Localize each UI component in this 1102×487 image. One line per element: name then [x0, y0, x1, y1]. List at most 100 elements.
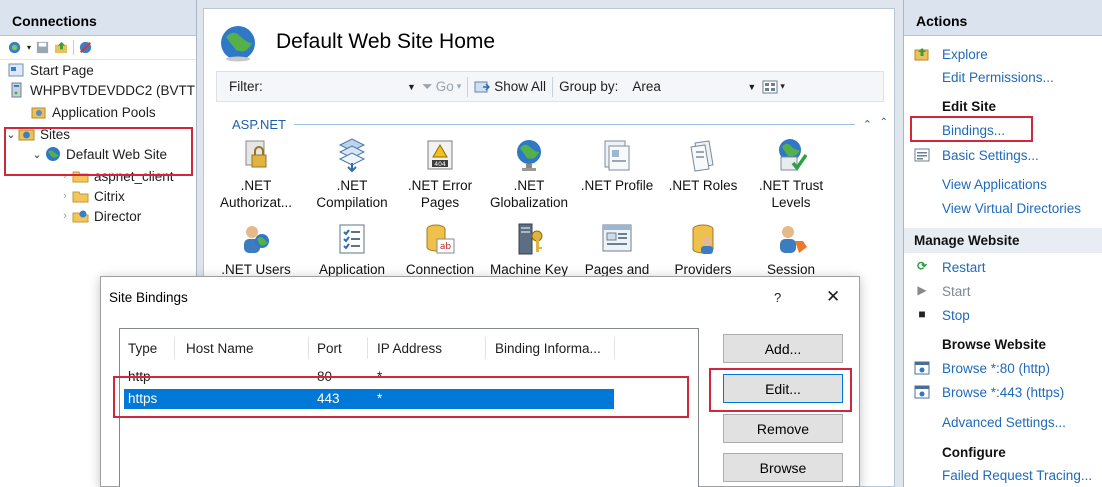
edit-button[interactable]: Edit... [723, 374, 843, 403]
feature-net-globalization[interactable]: .NET Globalization [489, 137, 569, 211]
chevron-down-icon: ▼ [747, 81, 757, 92]
tree-item-label: WHPBVTDEVDDC2 (BVTT [30, 82, 196, 98]
app-settings-icon [339, 224, 365, 254]
restart-label: Restart [942, 259, 986, 275]
tree-item-server[interactable]: WHPBVTDEVDDC2 (BVTT [8, 80, 195, 100]
filter-label: Filter: [229, 79, 263, 94]
column-header-host-name[interactable]: Host Name [186, 341, 254, 356]
edit-permissions-link[interactable]: Edit Permissions... [904, 66, 1102, 88]
column-header-type[interactable]: Type [128, 341, 157, 356]
filter-dropdown-icon[interactable]: ▼ [407, 82, 416, 92]
view-mode-button[interactable]: ▾ [762, 80, 785, 94]
filter-input[interactable] [267, 76, 407, 98]
tree-item-label: Start Page [30, 62, 94, 78]
bindings-link[interactable]: Bindings... [904, 119, 1102, 141]
site-bindings-dialog: Site Bindings ? ✕ Type Host Name Port IP… [100, 276, 860, 487]
error-404-icon: 404 [427, 140, 453, 170]
binding-port[interactable]: 443 [317, 391, 340, 406]
browse-website-group: Browse Website [904, 333, 1102, 355]
chevron-down-icon[interactable]: ⌄ [30, 148, 44, 161]
chevron-down-icon[interactable]: ⌄ [4, 128, 18, 141]
tree-item-app-pools[interactable]: Application Pools [30, 102, 156, 122]
browse-443-link[interactable]: Browse *:443 (https) [904, 381, 1102, 403]
binding-ip[interactable]: * [377, 391, 382, 406]
tree-item-director[interactable]: › Director [58, 206, 141, 226]
binding-type[interactable]: http [128, 369, 151, 384]
feature-net-profile[interactable]: .NET Profile [577, 137, 657, 194]
basic-settings-link[interactable]: Basic Settings... [904, 144, 1102, 166]
tree-item-default-web-site[interactable]: ⌄ Default Web Site [30, 144, 167, 164]
add-button[interactable]: Add... [723, 334, 843, 363]
chevron-right-icon[interactable]: › [58, 190, 72, 202]
tree-item-sites[interactable]: ⌄ Sites [4, 124, 70, 144]
feature-connection-strings[interactable]: ab Connection [400, 221, 480, 278]
collapse-icon[interactable]: ⌃ [863, 118, 872, 131]
remove-button[interactable]: Remove [723, 414, 843, 443]
advanced-settings-link[interactable]: Advanced Settings... [904, 411, 1102, 433]
bindings-list[interactable]: Type Host Name Port IP Address Binding I… [119, 328, 699, 487]
column-header-binding-info[interactable]: Binding Informa... [495, 341, 601, 356]
manage-website-header[interactable]: Manage Website [904, 228, 1102, 253]
tree-item-start-page[interactable]: Start Page [8, 60, 94, 80]
feature-providers[interactable]: Providers [663, 221, 743, 278]
settings-doc-icon [914, 148, 930, 162]
connect-icon[interactable] [8, 40, 23, 55]
chevron-right-icon[interactable]: › [58, 210, 72, 222]
table-row-selected[interactable] [124, 389, 614, 409]
play-icon: ▶ [917, 283, 927, 297]
help-button[interactable]: ? [774, 290, 781, 305]
tree-item-label: Citrix [94, 188, 125, 204]
chevron-right-icon[interactable]: › [58, 170, 72, 182]
feature-net-users[interactable]: .NET Users [216, 221, 296, 278]
column-header-port[interactable]: Port [317, 341, 342, 356]
tree-item-label: Director [94, 208, 142, 224]
group-by-label: Group by: [559, 79, 619, 94]
explore-icon [914, 48, 929, 61]
feature-pages-and-controls[interactable]: Pages and [577, 221, 657, 278]
close-icon[interactable]: ✕ [826, 287, 840, 307]
feature-net-error-pages[interactable]: 404 .NET Error Pages [400, 137, 480, 211]
scroll-up-arrow[interactable]: ⌃ [880, 117, 888, 128]
feature-net-roles[interactable]: .NET Roles [663, 137, 743, 194]
feature-net-trust-levels[interactable]: .NET Trust Levels [751, 137, 831, 211]
compile-icon [338, 138, 366, 173]
edit-permissions-label: Edit Permissions... [942, 69, 1054, 85]
disconnect-icon[interactable] [78, 40, 93, 55]
go-dropdown-icon[interactable]: ▾ [457, 81, 462, 92]
save-icon[interactable] [35, 40, 50, 55]
feature-label: .NET [240, 178, 272, 193]
binding-type[interactable]: https [128, 391, 157, 406]
session-icon [780, 226, 807, 253]
failed-request-tracing-link[interactable]: Failed Request Tracing... [904, 464, 1102, 486]
feature-net-compilation[interactable]: .NET Compilation [312, 137, 392, 211]
browse-80-label: Browse *:80 (http) [942, 360, 1051, 376]
view-applications-link[interactable]: View Applications [904, 173, 1102, 195]
restart-link[interactable]: ⟳ Restart [904, 256, 1102, 278]
browse-button[interactable]: Browse [723, 453, 843, 482]
explore-label: Explore [942, 46, 988, 62]
go-button[interactable]: ⏷ Go ▾ [422, 79, 461, 95]
binding-ip[interactable]: * [377, 369, 382, 384]
feature-application-settings[interactable]: Application [312, 221, 392, 278]
configure-group: Configure [904, 441, 1102, 463]
up-level-icon[interactable] [54, 40, 69, 55]
globe-icon [221, 26, 255, 62]
binding-port[interactable]: 80 [317, 369, 332, 384]
feature-net-authorization[interactable]: .NET Authorizat... [216, 137, 296, 211]
group-by-select[interactable]: Area ▼ [626, 76, 756, 98]
view-virtual-directories-link[interactable]: View Virtual Directories [904, 197, 1102, 219]
show-all-button[interactable]: Show All [474, 79, 546, 94]
connect-dropdown-icon[interactable]: ▾ [27, 43, 31, 52]
tree-item-citrix[interactable]: › Citrix [58, 186, 125, 206]
stop-link[interactable]: ■ Stop [904, 304, 1102, 326]
column-header-ip-address[interactable]: IP Address [377, 341, 442, 356]
feature-machine-key[interactable]: Machine Key [489, 221, 569, 278]
explore-link[interactable]: Explore [904, 43, 1102, 65]
browse-80-link[interactable]: Browse *:80 (http) [904, 357, 1102, 379]
feature-label: Compilation [316, 195, 388, 210]
tree-item-aspnet-client[interactable]: › aspnet_client [58, 166, 173, 186]
start-link[interactable]: ▶ Start [904, 280, 1102, 302]
section-header-aspnet[interactable]: ASP.NET ⌃ [232, 117, 872, 132]
browser-icon [914, 361, 930, 375]
actions-title: Actions [904, 0, 1102, 36]
